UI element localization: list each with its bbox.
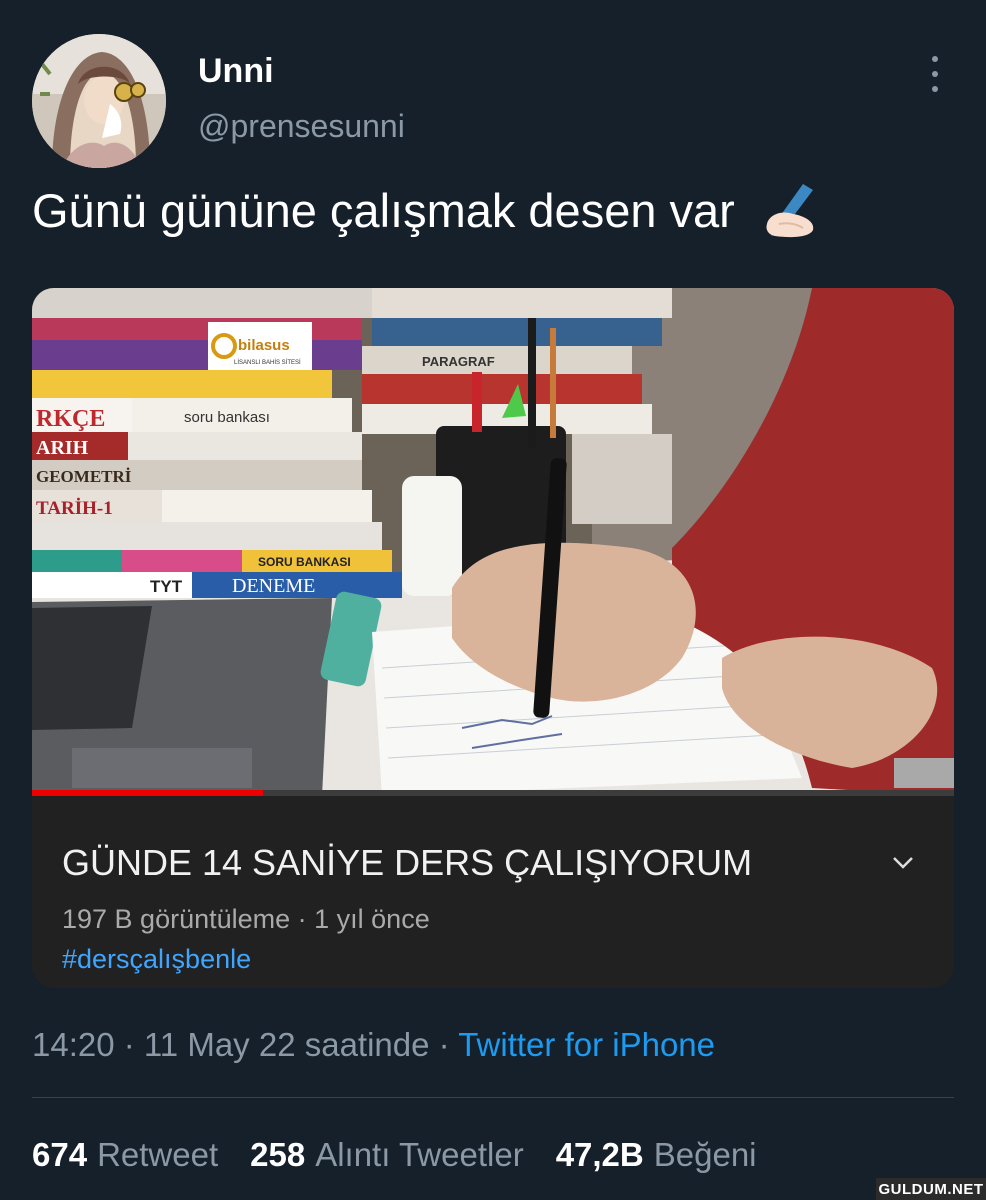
tweet-text-content: Günü gününe çalışmak desen var: [32, 183, 735, 237]
video-thumbnail-image: RKÇE soru bankası ARIH GEOMETRİ TARİH-1 …: [32, 288, 954, 796]
book-label: RKÇE: [36, 406, 105, 432]
video-card[interactable]: RKÇE soru bankası ARIH GEOMETRİ TARİH-1 …: [32, 288, 954, 988]
chevron-down-icon[interactable]: [888, 848, 918, 878]
tweet-timestamp: 14:20 · 11 May 22 saatinde · Twitter for…: [32, 1026, 715, 1064]
book-label: DENEME: [232, 575, 315, 597]
user-handle[interactable]: @prensesunni: [198, 108, 405, 145]
book-label: PARAGRAF: [422, 354, 495, 369]
more-options-icon[interactable]: [918, 54, 952, 94]
book-label: TYT: [150, 577, 183, 596]
book-label: TARİH-1: [36, 498, 113, 519]
overlay-logo-tagline: LİSANSLI BAHİS SİTESİ: [234, 359, 301, 366]
book-label: GEOMETRİ: [36, 467, 132, 486]
retweets-count: 674: [32, 1136, 88, 1173]
video-meta: 197 B görüntüleme · 1 yıl önce: [62, 904, 430, 934]
tweet-stats: 674 Retweet 258 Alıntı Tweetler 47,2B Beğen…: [32, 1136, 789, 1174]
watermark: GULDUM.NET: [876, 1178, 986, 1200]
book-label: ARIH: [36, 437, 89, 459]
retweets-stat[interactable]: 674 Retweet: [32, 1136, 218, 1174]
video-thumbnail[interactable]: RKÇE soru bankası ARIH GEOMETRİ TARİH-1 …: [32, 288, 954, 796]
tweet-text: Günü gününe çalışmak desen var: [32, 180, 819, 240]
display-name[interactable]: Unni: [198, 52, 274, 91]
video-hashtag[interactable]: #dersçalışbenle: [62, 944, 251, 975]
writing-hand-icon: [759, 180, 819, 240]
avatar-photo: [32, 34, 166, 168]
retweets-label: Retweet: [97, 1136, 219, 1173]
book-label: SORU BANKASI: [258, 555, 351, 569]
tweet-source-link[interactable]: Twitter for iPhone: [458, 1026, 715, 1063]
book-label: soru bankası: [184, 409, 270, 426]
quotes-stat[interactable]: 258 Alıntı Tweetler: [250, 1136, 524, 1174]
avatar[interactable]: [32, 34, 166, 168]
quotes-label: Alıntı Tweetler: [315, 1136, 524, 1173]
divider: [32, 1097, 954, 1098]
likes-label: Beğeni: [653, 1136, 757, 1173]
video-title[interactable]: GÜNDE 14 SANİYE DERS ÇALIŞIYORUM: [62, 842, 752, 884]
quotes-count: 258: [250, 1136, 306, 1173]
likes-stat[interactable]: 47,2B Beğeni: [556, 1136, 757, 1174]
likes-count: 47,2B: [555, 1136, 644, 1173]
overlay-logo-brand: bilasus: [238, 337, 290, 354]
video-progress-fill: [32, 790, 263, 796]
tweet-time[interactable]: 14:20 · 11 May 22 saatinde ·: [32, 1026, 458, 1063]
video-progress-bar[interactable]: [32, 790, 954, 796]
